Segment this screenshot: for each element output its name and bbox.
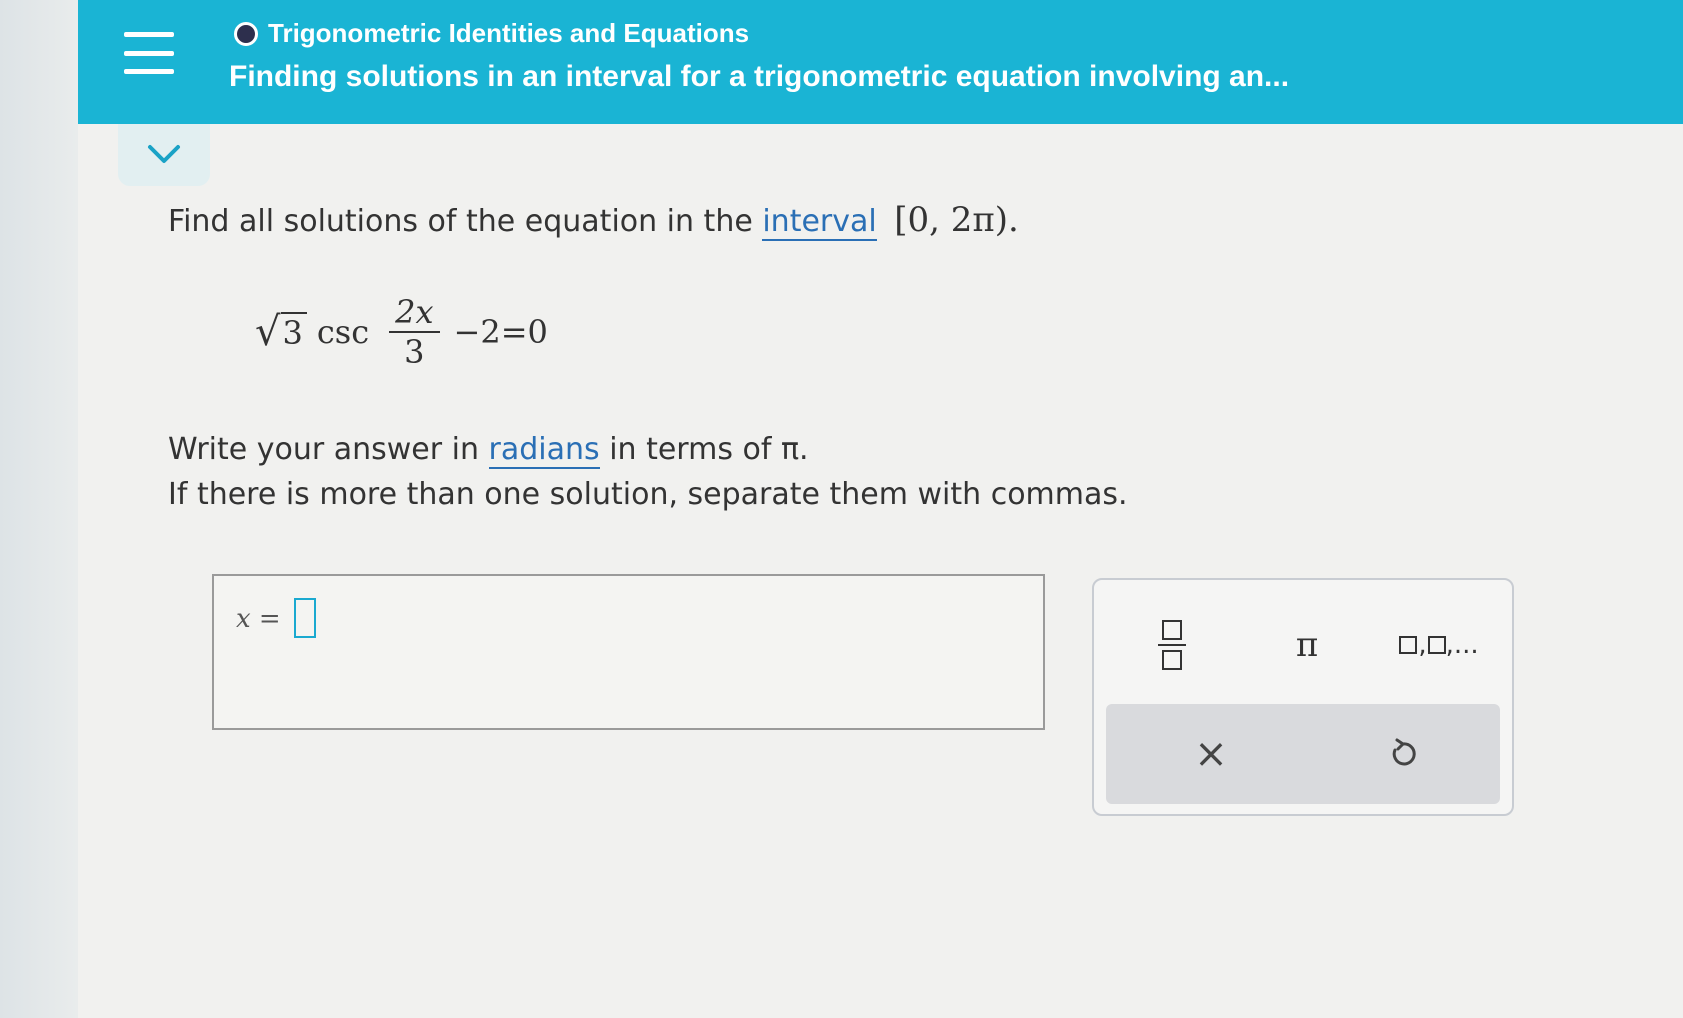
instruction-commas: If there is more than one solution, sepa… bbox=[168, 477, 1128, 512]
list-suffix: ,... bbox=[1445, 630, 1479, 660]
interval-expression: [0, 2π). bbox=[894, 200, 1019, 240]
topic-title: Trigonometric Identities and Equations bbox=[268, 18, 750, 48]
fraction-denominator: 3 bbox=[404, 333, 425, 371]
question-prompt: Find all solutions of the equation in th… bbox=[168, 200, 1019, 241]
fraction: 2x 3 bbox=[389, 293, 440, 372]
equation: √ 3 csc 2x 3 −2=0 bbox=[255, 282, 548, 382]
page-title: Finding solutions in an interval for a t… bbox=[229, 60, 1290, 93]
fraction-button[interactable] bbox=[1142, 610, 1202, 680]
interval-link[interactable]: interval bbox=[762, 204, 877, 241]
pi-button[interactable]: π bbox=[1272, 610, 1342, 680]
clear-button[interactable]: × bbox=[1176, 722, 1246, 786]
answer-label: x = bbox=[236, 604, 281, 634]
keypad-action-bar: × bbox=[1106, 704, 1500, 804]
prompt-text: Find all solutions of the equation in th… bbox=[168, 204, 753, 239]
function-name: csc bbox=[316, 313, 370, 351]
progress-dot-icon bbox=[234, 21, 258, 46]
menu-icon[interactable] bbox=[118, 28, 180, 78]
instruction-radians: Write your answer in radians in terms of… bbox=[168, 432, 809, 469]
topic-row: Trigonometric Identities and Equations bbox=[234, 18, 749, 49]
undo-icon bbox=[1392, 738, 1416, 766]
header-bar: Trigonometric Identities and Equations F… bbox=[78, 0, 1683, 124]
left-margin bbox=[0, 0, 78, 1018]
instruction-text: Write your answer in bbox=[168, 432, 479, 467]
instruction-text-suffix: in terms of π. bbox=[609, 432, 809, 467]
math-keypad: π ,,... × bbox=[1092, 578, 1514, 816]
radical-sign: √ bbox=[255, 309, 281, 356]
answer-input[interactable] bbox=[294, 598, 316, 638]
radians-link[interactable]: radians bbox=[488, 432, 600, 469]
chevron-down-icon bbox=[148, 145, 180, 163]
fraction-numerator: 2x bbox=[389, 293, 440, 333]
answer-area[interactable]: x = bbox=[212, 574, 1045, 730]
undo-button[interactable] bbox=[1368, 722, 1438, 786]
equation-rest: −2=0 bbox=[453, 313, 548, 351]
list-button[interactable]: ,,... bbox=[1384, 620, 1494, 670]
square-root: √ 3 bbox=[255, 309, 307, 356]
radicand: 3 bbox=[280, 311, 307, 352]
collapse-header-button[interactable] bbox=[118, 124, 210, 186]
